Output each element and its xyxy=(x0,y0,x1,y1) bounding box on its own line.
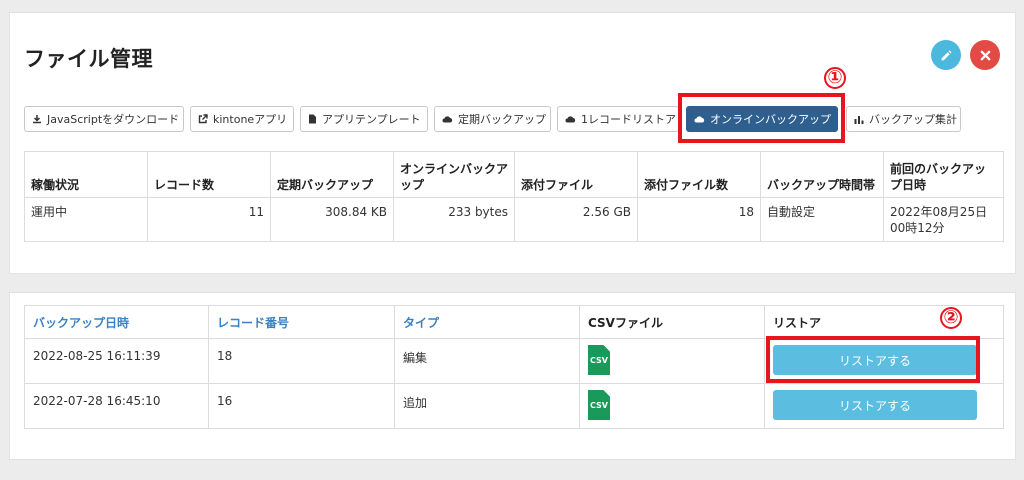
edit-button[interactable] xyxy=(931,40,961,70)
attachment-size: 2.56 GB xyxy=(514,197,638,242)
csv-file-icon[interactable]: CSV xyxy=(588,390,610,420)
toolbar-button-label: バックアップ集計 xyxy=(869,113,957,126)
backup-type: 追加 xyxy=(394,383,580,429)
toolbar-button-label: 定期バックアップ xyxy=(458,113,546,126)
toolbar-button-label: JavaScriptをダウンロード xyxy=(47,113,180,126)
file-icon xyxy=(308,114,317,124)
kintone-app-button[interactable]: kintoneアプリ xyxy=(190,106,294,132)
backup-summary-button[interactable]: バックアップ集計 xyxy=(846,106,961,132)
table-row: 2022-07-28 16:45:10 16 追加 CSV リストアする xyxy=(24,383,1004,429)
stats-header: レコード数 xyxy=(147,151,271,198)
stats-header-row: 稼働状況 レコード数 定期バックアップ オンラインバックアップ 添付ファイル 添… xyxy=(24,151,1004,198)
record-number: 16 xyxy=(208,383,395,429)
csv-icon-label: CSV xyxy=(590,400,608,410)
sort-by-type[interactable]: タイプ xyxy=(394,305,580,339)
record-count-value: 11 xyxy=(147,197,271,242)
stats-header: バックアップ時間帯 xyxy=(760,151,884,198)
stats-header: 稼働状況 xyxy=(24,151,148,198)
stats-value-row: 運用中 11 308.84 KB 233 bytes 2.56 GB 18 自動… xyxy=(24,197,1004,242)
close-button[interactable] xyxy=(970,40,1000,70)
sort-by-backup-datetime[interactable]: バックアップ日時 xyxy=(24,305,209,339)
annotation-highlight-restore xyxy=(766,336,980,383)
x-icon xyxy=(980,50,990,60)
stats-header: オンラインバックアップ xyxy=(393,151,515,198)
toolbar-button-label: 1レコードリストア xyxy=(581,113,676,126)
stats-header: 添付ファイル xyxy=(514,151,638,198)
online-backup-size: 233 bytes xyxy=(393,197,515,242)
csv-file-header: CSVファイル xyxy=(579,305,765,339)
stats-table: 稼働状況 レコード数 定期バックアップ オンラインバックアップ 添付ファイル 添… xyxy=(24,151,1004,242)
backup-time-slot: 自動設定 xyxy=(760,197,884,242)
record-number: 18 xyxy=(208,338,395,384)
restore-button[interactable]: リストアする xyxy=(773,390,977,420)
attachment-count: 18 xyxy=(637,197,761,242)
stats-header: 前回のバックアップ日時 xyxy=(883,151,1004,198)
backup-type: 編集 xyxy=(394,338,580,384)
external-link-icon xyxy=(198,114,208,124)
sort-by-record-number[interactable]: レコード番号 xyxy=(208,305,395,339)
last-backup-datetime: 2022年08月25日00時12分 xyxy=(883,197,1004,242)
backup-header-row: バックアップ日時 レコード番号 タイプ CSVファイル リストア xyxy=(24,305,1004,339)
app-template-button[interactable]: アプリテンプレート xyxy=(300,106,428,132)
download-icon xyxy=(32,114,42,124)
csv-file-cell: CSV xyxy=(579,338,765,384)
toolbar-button-label: kintoneアプリ xyxy=(213,113,288,126)
online-backup-list-panel: バックアップ日時 レコード番号 タイプ CSVファイル リストア 2022-08… xyxy=(9,292,1016,460)
toolbar-button-label: アプリテンプレート xyxy=(322,113,421,126)
backup-datetime: 2022-08-25 16:11:39 xyxy=(24,338,209,384)
file-management-panel: ファイル管理 JavaScriptをダウンロード kintoneアプリ アプリテ… xyxy=(9,12,1016,274)
csv-file-cell: CSV xyxy=(579,383,765,429)
annotation-highlight-online-backup xyxy=(678,93,845,143)
pencil-icon xyxy=(941,49,952,60)
csv-icon-label: CSV xyxy=(590,355,608,365)
stats-header: 添付ファイル数 xyxy=(637,151,761,198)
download-javascript-button[interactable]: JavaScriptをダウンロード xyxy=(24,106,184,132)
backup-datetime: 2022-07-28 16:45:10 xyxy=(24,383,209,429)
status-value: 運用中 xyxy=(24,197,148,242)
csv-file-icon[interactable]: CSV xyxy=(588,345,610,375)
restore-cell: リストアする xyxy=(764,383,1004,429)
annotation-marker-1: ① xyxy=(824,67,846,89)
single-record-restore-button[interactable]: 1レコードリストア xyxy=(557,106,679,132)
cloud-icon xyxy=(442,115,453,123)
bar-chart-icon xyxy=(854,115,864,124)
scheduled-backup-size: 308.84 KB xyxy=(270,197,394,242)
cloud-icon xyxy=(565,115,576,123)
restore-header: リストア xyxy=(764,305,1004,339)
annotation-marker-2: ② xyxy=(940,307,962,329)
scheduled-backup-button[interactable]: 定期バックアップ xyxy=(434,106,551,132)
page-title: ファイル管理 xyxy=(24,47,153,71)
stats-header: 定期バックアップ xyxy=(270,151,394,198)
